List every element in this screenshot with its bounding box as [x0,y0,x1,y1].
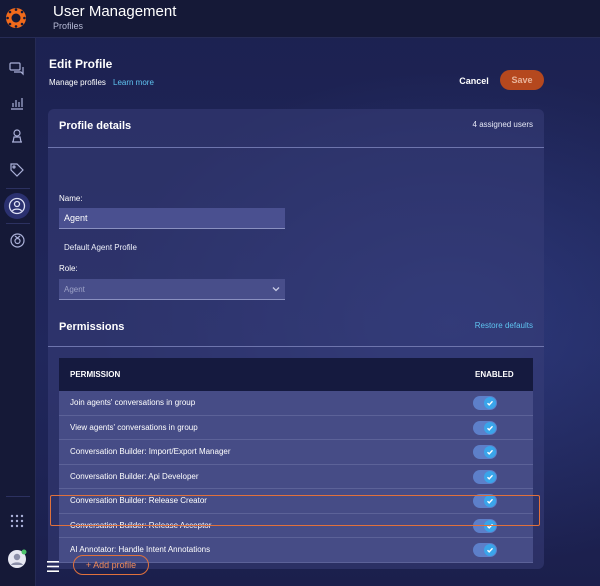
role-select-value: Agent [64,285,85,294]
permission-label: Conversation Builder: Release Acceptor [70,520,212,530]
profile-description[interactable]: Default Agent Profile [64,243,137,252]
check-icon [484,495,496,507]
permission-label: Conversation Builder: Api Developer [70,471,199,481]
enabled-toggle[interactable] [473,469,497,484]
check-icon [484,397,496,409]
check-icon [484,519,496,532]
conversations-icon[interactable] [6,58,28,80]
check-icon [484,421,496,434]
analytics-icon[interactable] [6,92,28,114]
table-row: Conversation Builder: Release Acceptor [59,513,533,538]
bot-icon[interactable] [6,125,28,147]
permission-label: AI Annotator: Handle Intent Annotations [70,545,211,554]
profile-details-title: Profile details [59,120,132,132]
learn-more-link[interactable]: Learn more [113,78,154,87]
permissions-title: Permissions [59,321,125,333]
sidebar-divider [6,496,30,497]
enabled-toggle[interactable] [473,543,497,557]
enabled-toggle[interactable] [473,494,497,508]
column-header-permission: PERMISSION [70,370,121,379]
avatar[interactable] [6,548,28,570]
permission-label: View agents' conversations in group [70,422,198,432]
table-row: Conversation Builder: Release Creator [59,489,533,514]
section-divider [48,346,544,347]
table-row: Conversation Builder: Import/Export Mana… [59,440,533,465]
name-label: Name: [59,194,83,203]
check-icon [484,544,496,556]
chevron-down-icon [271,284,281,296]
enabled-toggle[interactable] [473,420,497,435]
users-icon[interactable] [4,193,30,219]
main-content: Edit Profile Manage profiles Learn more … [36,38,600,586]
assigned-users-count: 4 assigned users [472,120,533,129]
cancel-button[interactable]: Cancel [454,72,494,90]
sidebar-divider [6,223,30,224]
enabled-toggle[interactable] [473,518,497,533]
name-input[interactable] [59,208,285,229]
apps-grid-icon[interactable] [6,510,28,532]
tag-icon[interactable] [6,159,28,181]
sidebar-divider [6,188,30,189]
save-button[interactable]: Save [500,70,544,90]
enabled-toggle[interactable] [473,396,497,410]
role-label: Role: [59,264,78,273]
check-icon [484,470,496,483]
column-header-enabled: ENABLED [475,370,514,379]
left-sidebar [0,38,36,586]
enabled-toggle[interactable] [473,445,497,459]
permissions-table: PERMISSION ENABLED Join agents' conversa… [59,358,533,563]
hamburger-menu-icon[interactable] [47,559,59,577]
table-row: View agents' conversations in group [59,415,533,440]
table-row: Join agents' conversations in group [59,391,533,416]
role-select[interactable]: Agent [59,279,285,300]
section-divider [48,147,544,148]
table-header: PERMISSION ENABLED [59,358,533,391]
table-row: Conversation Builder: Api Developer [59,464,533,489]
automation-icon[interactable] [6,229,28,251]
permission-label: Conversation Builder: Import/Export Mana… [70,447,231,456]
page-title: Edit Profile [49,57,113,71]
permission-label: Conversation Builder: Release Creator [70,496,207,505]
check-icon [484,446,496,458]
restore-defaults-link[interactable]: Restore defaults [475,321,533,330]
profile-card: Profile details 4 assigned users Name: D… [48,109,544,569]
breadcrumb: Profiles [53,21,84,31]
app-title: User Management [53,3,177,20]
permission-label: Join agents' conversations in group [70,398,196,407]
manage-profiles-text: Manage profiles [49,78,106,87]
top-header: User Management Profiles [0,0,600,38]
add-profile-button[interactable]: + Add profile [73,555,149,575]
brand-logo-icon[interactable] [4,6,28,30]
